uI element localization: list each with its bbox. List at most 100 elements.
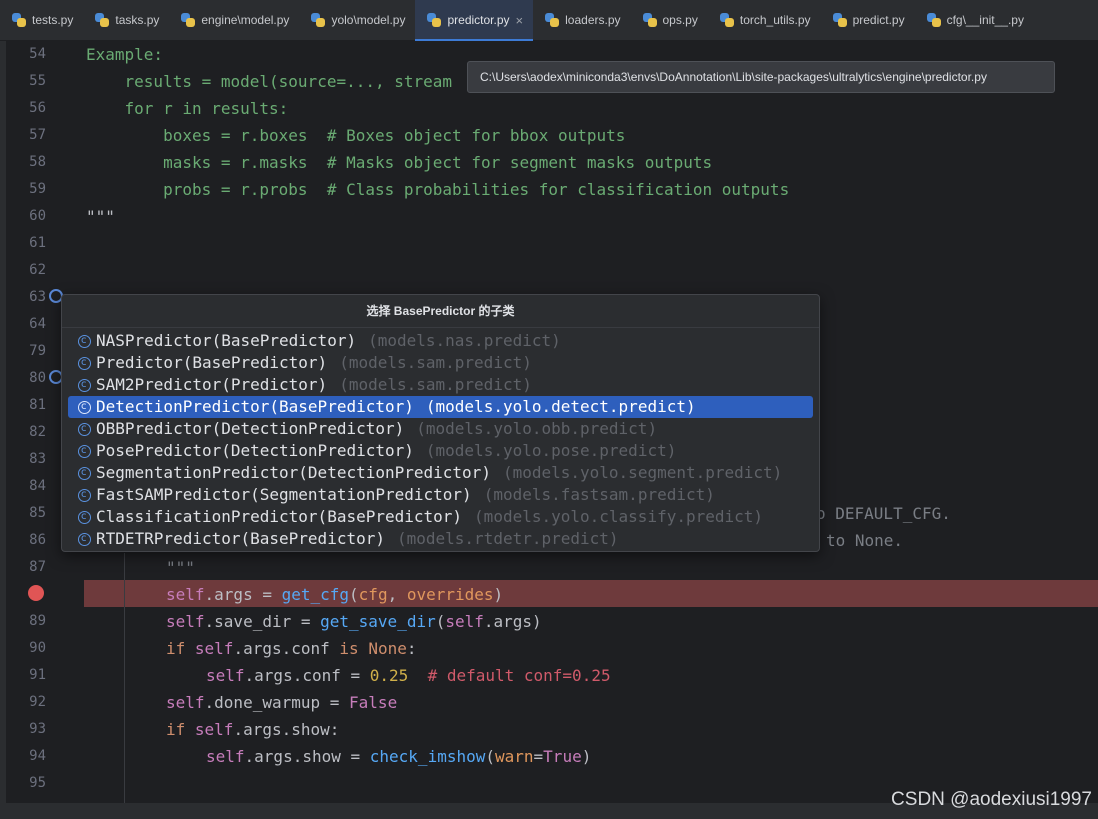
tab-tasks-py[interactable]: tasks.py <box>83 0 169 40</box>
subclass-item[interactable]: PosePredictor(DetectionPredictor)(models… <box>68 440 813 462</box>
line-number: 84 <box>29 478 46 494</box>
tab-loaders-py[interactable]: loaders.py <box>533 0 630 40</box>
code-line: probs = r.probs # Class probabilities fo… <box>86 180 790 199</box>
popup-title: 选择 BasePredictor 的子类 <box>62 295 819 328</box>
code-line: boxes = r.boxes # Boxes object for bbox … <box>86 126 626 145</box>
python-file-icon <box>311 13 326 27</box>
file-path-tooltip: C:\Users\aodex\miniconda3\envs\DoAnnotat… <box>467 61 1055 93</box>
subclass-item-selected[interactable]: DetectionPredictor(BasePredictor)(models… <box>68 396 813 418</box>
code-line: masks = r.masks # Masks object for segme… <box>86 153 713 172</box>
line-number: 89 <box>29 613 46 629</box>
tab-label: predictor.py <box>447 13 510 27</box>
code-line: if self.args.show: <box>166 720 340 739</box>
python-file-icon <box>719 13 734 27</box>
tab-torch-utils-py[interactable]: torch_utils.py <box>708 0 821 40</box>
line-number: 83 <box>29 451 46 467</box>
tab-engine-model-py[interactable]: engine\model.py <box>169 0 299 40</box>
line-number: 58 <box>29 154 46 170</box>
subclass-item[interactable]: OBBPredictor(DetectionPredictor)(models.… <box>68 418 813 440</box>
line-number: 91 <box>29 667 46 683</box>
subclass-item[interactable]: ClassificationPredictor(BasePredictor)(m… <box>68 506 813 528</box>
tab-label: torch_utils.py <box>739 13 811 27</box>
tab-label: cfg\__init__.py <box>946 13 1024 27</box>
line-number: 64 <box>29 316 46 332</box>
class-icon <box>78 462 91 484</box>
line-number: 55 <box>29 73 46 89</box>
line-number: 59 <box>29 181 46 197</box>
tab-label: tests.py <box>32 13 74 27</box>
tab-label: ops.py <box>662 13 698 27</box>
python-file-icon <box>181 13 196 27</box>
tab-label: yolo\model.py <box>331 13 406 27</box>
subclass-item[interactable]: FastSAMPredictor(SegmentationPredictor)(… <box>68 484 813 506</box>
close-icon[interactable]: × <box>516 13 524 28</box>
line-number: 92 <box>29 694 46 710</box>
line-number: 61 <box>29 235 46 251</box>
subclass-item[interactable]: RTDETRPredictor(BasePredictor)(models.rt… <box>68 528 813 550</box>
tab-label: loaders.py <box>565 13 621 27</box>
line-number: 95 <box>29 775 46 791</box>
class-icon <box>78 440 91 462</box>
python-file-icon <box>427 13 442 27</box>
line-number: 57 <box>29 127 46 143</box>
class-icon <box>78 528 91 550</box>
line-number: 87 <box>29 559 46 575</box>
python-file-icon <box>926 13 941 27</box>
tab-label: tasks.py <box>115 13 160 27</box>
code-line: if self.args.conf is None: <box>166 639 417 658</box>
code-line-fragment: o DEFAULT_CFG. <box>816 504 951 523</box>
subclass-list: NASPredictor(BasePredictor)(models.nas.p… <box>62 328 819 550</box>
python-file-icon <box>832 13 847 27</box>
python-file-icon <box>95 13 110 27</box>
python-file-icon <box>545 13 560 27</box>
code-line: Example: <box>86 45 164 64</box>
tab-ops-py[interactable]: ops.py <box>631 0 708 40</box>
tab-cfg-init-py[interactable]: cfg\__init__.py <box>915 0 1034 40</box>
line-number: 90 <box>29 640 46 656</box>
code-line: """ <box>86 207 115 226</box>
tab-label: predict.py <box>852 13 905 27</box>
line-number: 80 <box>29 370 46 386</box>
line-number: 79 <box>29 343 46 359</box>
code-line: results = model(source=..., stream <box>86 72 453 91</box>
tab-label: engine\model.py <box>201 13 290 27</box>
class-icon <box>78 506 91 528</box>
line-number: 54 <box>29 46 46 62</box>
code-line: self.args.conf = 0.25 # default conf=0.2… <box>206 666 611 685</box>
breakpoint-icon[interactable] <box>28 585 44 601</box>
python-file-icon <box>642 13 657 27</box>
subclass-item[interactable]: Predictor(BasePredictor)(models.sam.pred… <box>68 352 813 374</box>
line-number: 60 <box>29 208 46 224</box>
code-line-fragment: to None. <box>826 531 904 550</box>
watermark: CSDN @aodexiusi1997 <box>891 789 1092 810</box>
code-line: for r in results: <box>86 99 289 118</box>
tab-predict-py[interactable]: predict.py <box>821 0 915 40</box>
line-number: 85 <box>29 505 46 521</box>
class-icon <box>78 484 91 506</box>
subclass-item[interactable]: SegmentationPredictor(DetectionPredictor… <box>68 462 813 484</box>
line-number: 62 <box>29 262 46 278</box>
class-icon <box>78 418 91 440</box>
line-number: 94 <box>29 748 46 764</box>
line-number: 86 <box>29 532 46 548</box>
line-number: 93 <box>29 721 46 737</box>
indent-guide <box>124 553 125 803</box>
tab-yolo-model-py[interactable]: yolo\model.py <box>299 0 415 40</box>
class-icon <box>78 374 91 396</box>
tab-predictor-py[interactable]: predictor.py × <box>415 0 534 41</box>
line-number: 82 <box>29 424 46 440</box>
python-file-icon <box>12 13 26 27</box>
code-line: """ <box>166 558 195 577</box>
line-number: 81 <box>29 397 46 413</box>
class-icon <box>78 352 91 374</box>
code-line: self.args = get_cfg(cfg, overrides) <box>166 585 504 604</box>
tab-tests-py[interactable]: tests.py <box>0 0 83 40</box>
class-icon <box>78 396 91 418</box>
line-number: 56 <box>29 100 46 116</box>
editor-tab-bar: tests.py tasks.py engine\model.py yolo\m… <box>0 0 1098 41</box>
code-line: self.save_dir = get_save_dir(self.args) <box>166 612 542 631</box>
choose-subclass-popup: 选择 BasePredictor 的子类 NASPredictor(BasePr… <box>61 294 820 552</box>
subclass-item[interactable]: SAM2Predictor(Predictor)(models.sam.pred… <box>68 374 813 396</box>
subclass-item[interactable]: NASPredictor(BasePredictor)(models.nas.p… <box>68 330 813 352</box>
class-icon <box>78 330 91 352</box>
